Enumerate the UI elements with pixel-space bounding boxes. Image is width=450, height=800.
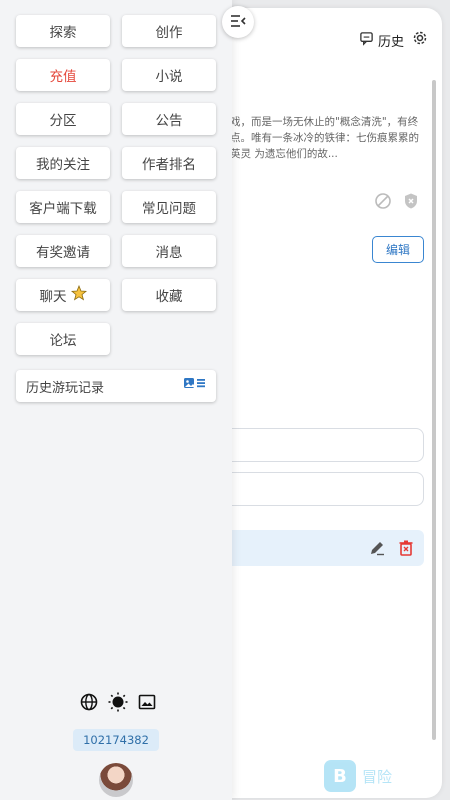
menu-item-label: 探索 bbox=[49, 25, 77, 41]
menu-item-7[interactable]: 我的关注 bbox=[16, 147, 110, 179]
menu-item-13[interactable]: 聊天 bbox=[16, 279, 110, 311]
scrollbar[interactable] bbox=[432, 80, 436, 740]
menu-item-label: 作者排名 bbox=[142, 157, 196, 173]
main-header: 历史 bbox=[359, 30, 428, 50]
menu-item-label: 客户端下载 bbox=[29, 201, 97, 217]
menu-item-label: 小说 bbox=[155, 69, 183, 85]
menu-item-label: 充值 bbox=[49, 69, 77, 85]
menu-item-12[interactable]: 消息 bbox=[122, 235, 216, 267]
star-icon bbox=[70, 284, 87, 305]
user-id-badge[interactable]: 102174382 bbox=[73, 729, 159, 751]
status-icons bbox=[374, 192, 420, 214]
chat-bubble-icon bbox=[359, 31, 374, 50]
brand-text: 冒险 bbox=[362, 767, 393, 786]
menu-item-label: 聊天 bbox=[39, 289, 67, 305]
menu-item-label: 分区 bbox=[49, 113, 77, 129]
avatar[interactable] bbox=[99, 763, 133, 797]
menu-item-3[interactable]: 充值 bbox=[16, 59, 110, 91]
block-icon[interactable] bbox=[374, 192, 392, 214]
history-bar-label: 历史游玩记录 bbox=[26, 380, 105, 396]
story-description: 戏，而是一场无休止的"概念清洗"，有终点。唯有一条冰冷的铁律：七伤痕累累的英灵 … bbox=[230, 116, 419, 160]
menu-item-2[interactable]: 创作 bbox=[122, 15, 216, 47]
edit-button[interactable]: 编辑 bbox=[372, 236, 424, 263]
menu-item-label: 论坛 bbox=[49, 333, 77, 349]
history-link[interactable]: 历史 bbox=[359, 31, 404, 50]
menu-item-label: 常见问题 bbox=[142, 201, 196, 217]
edit-pen-icon[interactable] bbox=[368, 539, 386, 561]
shield-close-icon[interactable] bbox=[402, 192, 420, 214]
menu-item-4[interactable]: 小说 bbox=[122, 59, 216, 91]
menu-item-10[interactable]: 常见问题 bbox=[122, 191, 216, 223]
selected-item-row[interactable] bbox=[220, 530, 424, 566]
menu-grid: 探索 创作充值 小说分区 公告我的关注 作者排名客户端下载 常见问题有奖邀请 消息聊天 收藏论… bbox=[16, 15, 216, 355]
menu-item-label: 有奖邀请 bbox=[36, 245, 90, 261]
menu-item-label: 公告 bbox=[155, 113, 183, 129]
text-input-2[interactable] bbox=[220, 472, 424, 506]
menu-item-label: 创作 bbox=[155, 25, 183, 41]
bottom-icons bbox=[80, 692, 156, 716]
history-label: 历史 bbox=[377, 34, 404, 50]
menu-item-11[interactable]: 有奖邀请 bbox=[16, 235, 110, 267]
menu-collapse-icon bbox=[230, 13, 246, 32]
menu-item-5[interactable]: 分区 bbox=[16, 103, 110, 135]
menu-item-label: 收藏 bbox=[155, 289, 183, 305]
menu-item-9[interactable]: 客户端下载 bbox=[16, 191, 110, 223]
settings-gear-icon[interactable] bbox=[412, 30, 428, 50]
image-icon[interactable] bbox=[138, 693, 156, 715]
menu-item-1[interactable]: 探索 bbox=[16, 15, 110, 47]
globe-icon[interactable] bbox=[80, 693, 98, 715]
menu-item-label: 我的关注 bbox=[36, 157, 90, 173]
menu-item-label: 消息 bbox=[155, 245, 183, 261]
text-input-1[interactable] bbox=[220, 428, 424, 462]
brand-b-icon: B bbox=[324, 760, 356, 792]
side-drawer: 探索 创作充值 小说分区 公告我的关注 作者排名客户端下载 常见问题有奖邀请 消息聊天 收藏论… bbox=[0, 0, 232, 800]
history-play-records[interactable]: 历史游玩记录 bbox=[16, 370, 216, 402]
menu-item-15[interactable]: 论坛 bbox=[16, 323, 110, 355]
main-panel: 历史 戏，而是一场无休止的"概念清洗"，有终点。唯有一条冰冷的铁律：七伤痕累累的… bbox=[200, 8, 442, 798]
menu-item-6[interactable]: 公告 bbox=[122, 103, 216, 135]
menu-item-8[interactable]: 作者排名 bbox=[122, 147, 216, 179]
theme-toggle-icon[interactable] bbox=[108, 692, 128, 716]
collapse-drawer-button[interactable] bbox=[222, 6, 254, 38]
delete-trash-icon[interactable] bbox=[398, 539, 414, 561]
brand-logo: B 冒险 bbox=[324, 760, 392, 792]
menu-item-14[interactable]: 收藏 bbox=[122, 279, 216, 311]
list-view-icon bbox=[184, 378, 206, 394]
